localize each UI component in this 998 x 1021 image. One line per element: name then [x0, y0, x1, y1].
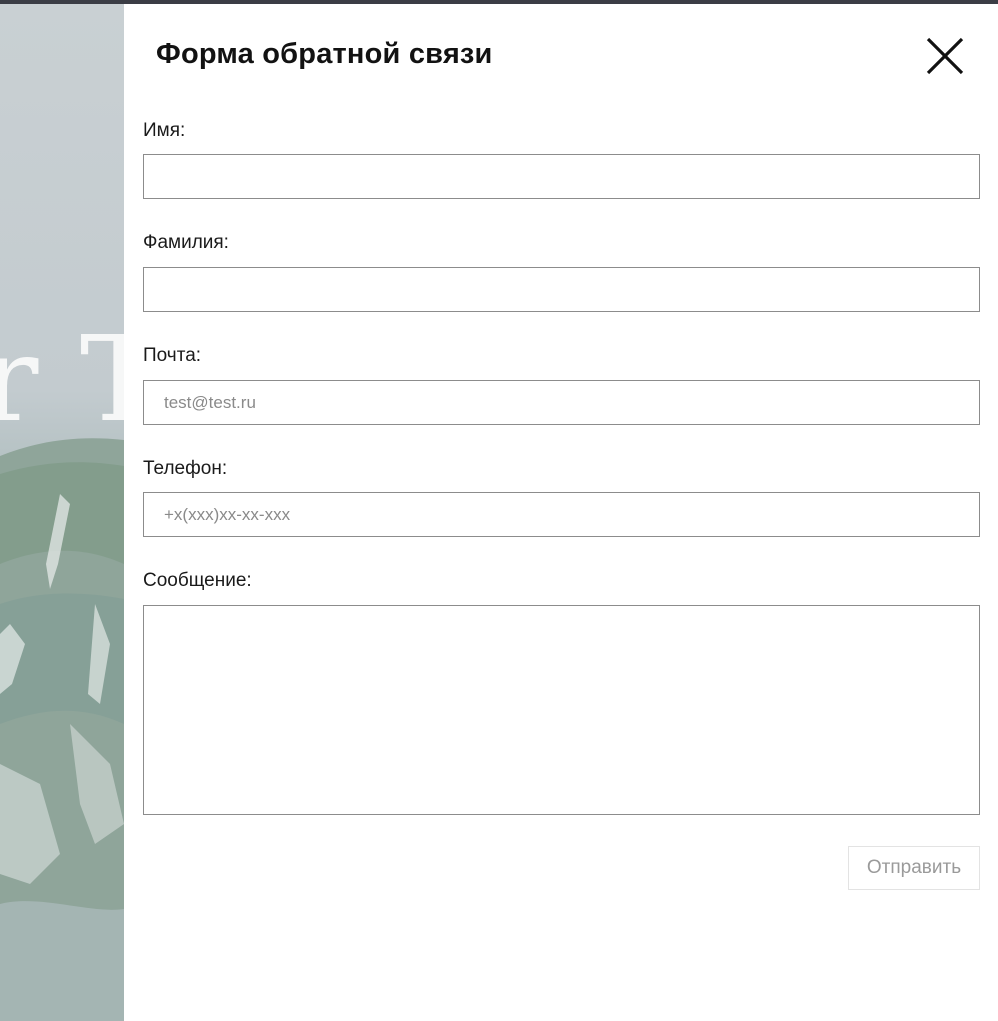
first-name-input[interactable] — [143, 154, 980, 199]
top-bar — [0, 0, 998, 4]
phone-input[interactable] — [143, 492, 980, 537]
feedback-form-panel: Форма обратной связи Имя: Фамилия: Почта… — [124, 4, 998, 1021]
background-hero-text: r T — [0, 310, 124, 448]
first-name-label: Имя: — [143, 120, 186, 141]
form-title: Форма обратной связи — [156, 38, 493, 70]
close-button[interactable] — [924, 35, 966, 77]
message-textarea[interactable] — [143, 605, 980, 815]
page-background-image: r T — [0, 4, 124, 1021]
email-label: Почта: — [143, 345, 202, 366]
last-name-label: Фамилия: — [143, 232, 229, 253]
submit-button[interactable]: Отправить — [848, 846, 980, 890]
mountain-landscape-image — [0, 438, 124, 1021]
last-name-input[interactable] — [143, 267, 980, 312]
close-icon — [926, 37, 964, 75]
message-label: Сообщение: — [143, 570, 252, 591]
phone-label: Телефон: — [143, 458, 228, 479]
email-input[interactable] — [143, 380, 980, 425]
